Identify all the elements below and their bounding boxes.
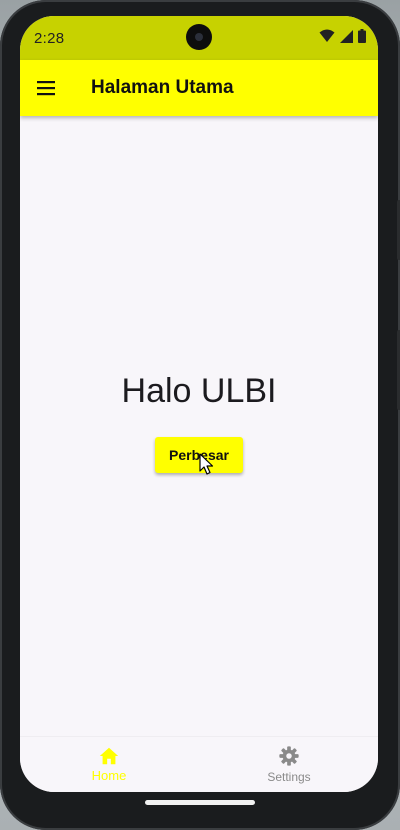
- mouse-cursor-icon: [199, 453, 214, 475]
- gesture-navigation-bar[interactable]: [145, 800, 255, 805]
- front-camera: [186, 24, 212, 50]
- nav-item-home[interactable]: Home: [49, 745, 169, 783]
- battery-icon: [358, 29, 366, 43]
- bottom-navigation: Home Settings: [20, 736, 378, 792]
- hamburger-menu-icon[interactable]: [34, 76, 58, 100]
- greeting-text: Halo ULBI: [121, 372, 277, 410]
- page-title: Halaman Utama: [91, 77, 234, 98]
- app-bar: Halaman Utama: [20, 60, 378, 116]
- nav-label-settings: Settings: [267, 770, 311, 784]
- nav-item-settings[interactable]: Settings: [229, 745, 349, 784]
- phone-frame: 2:28 Halaman Utama Halo ULBI Perbesar Ho…: [0, 0, 400, 830]
- cell-signal-icon: [340, 29, 353, 43]
- app-screen: 2:28 Halaman Utama Halo ULBI Perbesar Ho…: [20, 16, 378, 792]
- status-bar: 2:28: [20, 16, 378, 60]
- home-icon: [99, 747, 119, 765]
- main-content: Halo ULBI Perbesar: [20, 116, 378, 736]
- nav-label-home: Home: [91, 768, 127, 783]
- status-icons: [319, 29, 366, 43]
- gear-icon: [279, 746, 299, 766]
- wifi-icon: [319, 29, 335, 42]
- status-time: 2:28: [34, 30, 65, 47]
